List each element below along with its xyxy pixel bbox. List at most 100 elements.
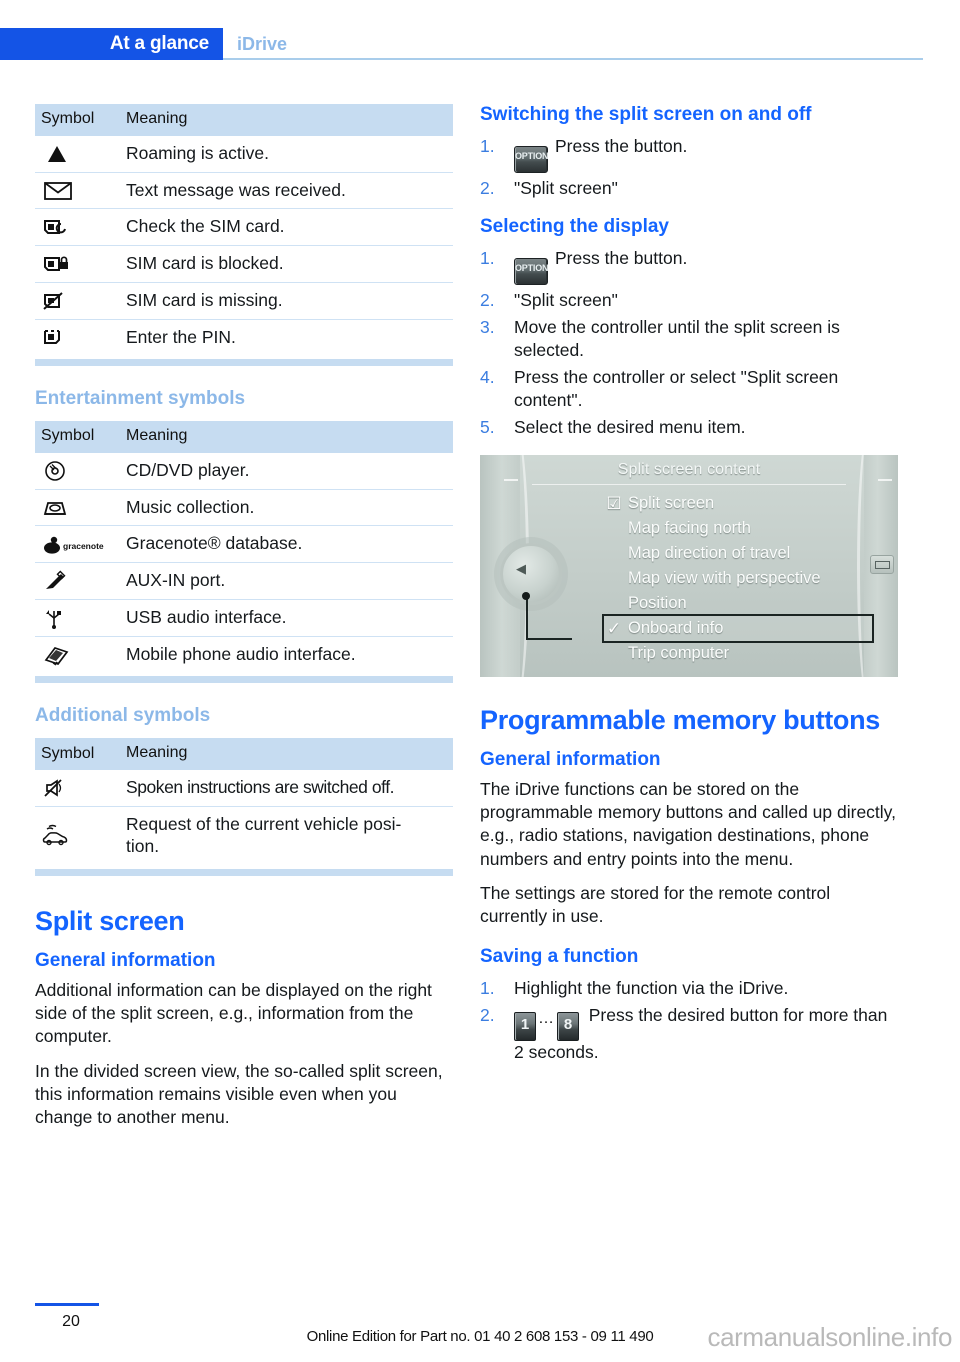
table-row: Spoken instructions are switched off. xyxy=(35,769,453,807)
column-header-symbol: Symbol xyxy=(35,738,126,770)
breadcrumb-chapter: At a glance xyxy=(0,28,223,60)
table-header-row: Symbol Meaning xyxy=(35,421,453,453)
sim-missing-icon xyxy=(35,282,126,320)
symbol-meaning: Request of the current vehicle posi- tio… xyxy=(126,806,453,865)
table-row: Text message was received. xyxy=(35,172,453,210)
roaming-triangle-icon xyxy=(35,135,126,173)
list-item-label: Split screen xyxy=(628,494,715,513)
footer-rule xyxy=(35,1303,99,1306)
column-header-meaning: Meaning xyxy=(126,104,453,136)
symbol-meaning: Spoken instructions are switched off. xyxy=(126,769,453,807)
no-mark xyxy=(604,541,624,566)
symbol-meaning: SIM card is blocked. xyxy=(126,245,453,283)
symbol-meaning: CD/DVD player. xyxy=(126,452,453,490)
aux-in-plug-icon xyxy=(35,562,126,600)
symbol-meaning: Gracenote® database. xyxy=(126,525,453,564)
switching-split-screen-steps: OPTION Press the button. "Split screen" xyxy=(480,135,898,200)
option-button-icon[interactable]: OPTION xyxy=(514,145,549,173)
step-text: Select the desired menu item. xyxy=(514,417,746,438)
list-item[interactable]: Map facing north xyxy=(604,516,888,541)
general-information-heading: General information xyxy=(35,950,216,972)
list-item: 1… 8 Press the desired button for more th… xyxy=(480,1004,898,1064)
option-button-icon[interactable]: OPTION xyxy=(514,257,549,285)
table-bottom-rule xyxy=(35,676,453,684)
step-text: Press the button. xyxy=(555,247,688,268)
list-item: OPTION Press the button. xyxy=(480,247,898,285)
ellipsis: … xyxy=(538,1009,555,1027)
usb-icon xyxy=(35,599,126,637)
table-row: Mobile phone audio interface. xyxy=(35,636,453,672)
table-row: Check the SIM card. xyxy=(35,208,453,247)
step-text: Press the button. xyxy=(555,135,688,156)
table-row: Enter the PIN. xyxy=(35,319,453,355)
table-row: CD/DVD player. xyxy=(35,452,453,490)
speaker-muted-icon xyxy=(35,769,126,807)
no-mark xyxy=(604,591,624,616)
column-header-meaning: Meaning xyxy=(126,421,453,453)
selecting-display-steps: OPTION Press the button. "Split screen" M… xyxy=(480,247,898,440)
no-mark xyxy=(604,566,624,591)
idrive-split-screen-figure: Split screen content ☑ Split screen Map f… xyxy=(480,455,898,678)
status-symbols-table: Symbol Meaning Roaming is active. Text m… xyxy=(35,104,453,355)
step-text: Highlight the function via the iDrive. xyxy=(514,977,789,998)
cd-dvd-icon xyxy=(35,452,126,490)
additional-symbols-heading: Additional symbols xyxy=(35,705,211,727)
check-icon: ✓ xyxy=(606,619,622,639)
memory-button-1-icon[interactable]: 1 xyxy=(514,1011,536,1041)
column-header-meaning: Meaning xyxy=(126,738,453,770)
step-text: Press the controller or select "Split sc… xyxy=(514,366,839,411)
symbol-meaning: Mobile phone audio interface. xyxy=(126,643,356,664)
figure-dash-left xyxy=(504,479,518,482)
list-item-label: Position xyxy=(628,594,687,613)
figure-right-button[interactable] xyxy=(870,555,894,575)
no-mark xyxy=(604,516,624,541)
general-information-paragraph-2: In the divided screen view, the so-calle… xyxy=(35,1060,443,1127)
figure-dash-right xyxy=(878,479,892,482)
list-item[interactable]: ☑ Split screen xyxy=(604,491,888,516)
symbol-meaning: Check the SIM card. xyxy=(126,208,453,247)
list-item-label: Map view with perspective xyxy=(628,569,821,588)
page-header: At a glance iDrive xyxy=(0,28,960,60)
symbol-meaning: SIM card is missing. xyxy=(126,282,453,320)
list-item[interactable]: Map direction of travel xyxy=(604,541,888,566)
symbol-meaning: Roaming is active. xyxy=(126,135,453,173)
selecting-display-heading: Selecting the display xyxy=(480,215,669,237)
memory-button-8-icon[interactable]: 8 xyxy=(557,1011,579,1041)
mobile-phone-audio-icon xyxy=(35,636,126,672)
header-divider xyxy=(223,58,923,60)
symbol-meaning: AUX-IN port. xyxy=(126,562,453,600)
list-item: Highlight the function via the iDrive. xyxy=(480,977,898,1000)
list-item: "Split screen" xyxy=(480,177,898,200)
table-row: Music collection. xyxy=(35,489,453,527)
sim-pin-icon xyxy=(35,319,126,355)
table-row: gracenote Gracenote® database. xyxy=(35,525,453,564)
list-item: Press the controller or select "Split sc… xyxy=(480,366,898,412)
list-item: "Split screen" xyxy=(480,289,898,312)
no-mark xyxy=(604,641,624,666)
vehicle-position-icon xyxy=(35,806,126,865)
entertainment-symbols-table: Symbol Meaning CD/DVD player. Music coll… xyxy=(35,421,453,672)
list-item[interactable]: Trip computer xyxy=(604,641,888,666)
sim-check-icon xyxy=(35,208,126,247)
list-item[interactable]: Map view with perspective xyxy=(604,566,888,591)
table-row: USB audio interface. xyxy=(35,599,453,637)
split-screen-heading: Split screen xyxy=(35,906,185,937)
figure-menu-list: ☑ Split screen Map facing north Map direc… xyxy=(602,491,888,666)
list-item-selected[interactable]: ✓ Onboard info xyxy=(602,614,874,644)
table-row: SIM card is blocked. xyxy=(35,245,453,283)
symbol-meaning: Text message was received. xyxy=(126,172,453,210)
additional-symbols-table: Symbol Meaning Spoken instructions are s… xyxy=(35,738,453,865)
step-text: Move the controller until the split scre… xyxy=(514,316,840,360)
figure-title: Split screen content xyxy=(617,461,761,479)
music-collection-icon xyxy=(35,489,126,527)
saving-a-function-steps: Highlight the function via the iDrive. 1… xyxy=(480,977,898,1064)
table-row: Request of the current vehicle posi- tio… xyxy=(35,806,453,865)
checkbox-icon: ☑ xyxy=(606,494,622,514)
memory-paragraph-1: The iDrive functions can be stored on th… xyxy=(480,779,896,869)
table-bottom-rule xyxy=(35,359,453,367)
symbol-meaning-text: Request of the current vehicle posi- tio… xyxy=(126,813,402,857)
left-column: Symbol Meaning Roaming is active. Text m… xyxy=(35,104,453,1140)
table-row: SIM card is missing. xyxy=(35,282,453,320)
memory-paragraph-2: The settings are stored for the remote c… xyxy=(480,882,831,926)
list-item[interactable]: Position xyxy=(604,591,888,616)
